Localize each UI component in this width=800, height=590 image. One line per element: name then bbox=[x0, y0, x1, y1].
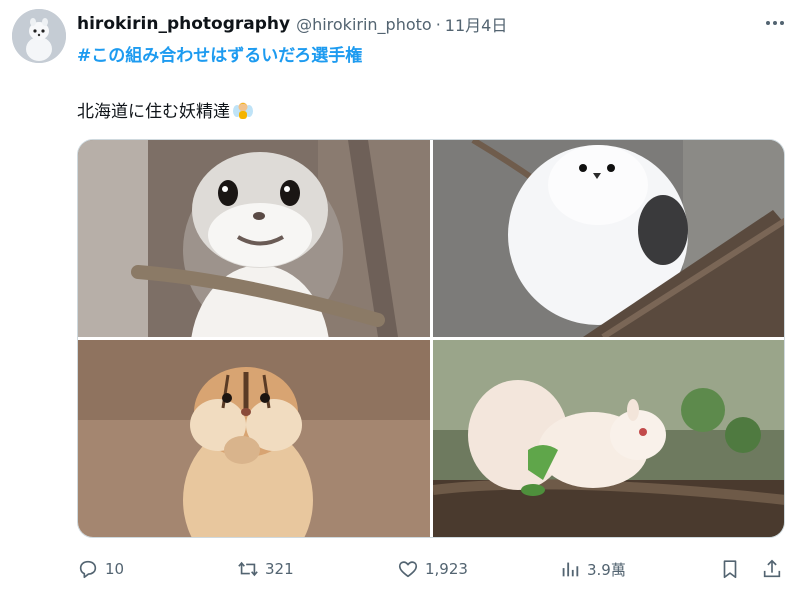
author-handle[interactable]: @hirokirin_photo bbox=[296, 15, 432, 34]
reply-icon bbox=[79, 560, 97, 579]
repost-icon bbox=[238, 561, 258, 577]
more-options-button[interactable] bbox=[764, 12, 786, 34]
repost-button[interactable]: 321 bbox=[237, 556, 294, 582]
share-button[interactable] bbox=[761, 556, 783, 582]
share-icon bbox=[763, 559, 781, 578]
reply-count: 10 bbox=[105, 560, 125, 578]
tweet-date[interactable]: 11月4日 bbox=[445, 12, 508, 36]
header-separator: · bbox=[435, 14, 441, 34]
media-grid bbox=[77, 139, 785, 538]
tweet-text-body: 北海道に住む妖精達 bbox=[77, 102, 230, 122]
like-button[interactable]: 1,923 bbox=[397, 556, 468, 582]
bookmark-button[interactable] bbox=[719, 556, 741, 582]
avatar[interactable] bbox=[12, 9, 66, 63]
flying-squirrel-photo[interactable] bbox=[78, 140, 430, 337]
long-tailed-tit-bird-photo[interactable] bbox=[433, 140, 784, 337]
action-bar: 10 321 1,923 3.9萬 bbox=[77, 556, 790, 582]
tweet-text: 北海道に住む妖精達 bbox=[77, 97, 254, 122]
views-count: 3.9萬 bbox=[587, 560, 626, 579]
views-button[interactable]: 3.9萬 bbox=[559, 556, 626, 582]
fairy-emoji-icon bbox=[232, 99, 254, 121]
more-icon bbox=[766, 21, 784, 25]
hashtag-link[interactable]: #この組み合わせはずるいだろ選手権 bbox=[77, 41, 362, 66]
tweet-header: hirokirin_photography @hirokirin_photo ·… bbox=[77, 12, 777, 36]
heart-icon bbox=[398, 561, 418, 578]
author-display-name[interactable]: hirokirin_photography bbox=[77, 14, 290, 34]
like-count: 1,923 bbox=[425, 560, 468, 578]
repost-count: 321 bbox=[265, 560, 294, 578]
white-squirrel-photo[interactable] bbox=[433, 340, 784, 537]
chipmunk-photo[interactable] bbox=[78, 340, 430, 537]
reply-button[interactable]: 10 bbox=[77, 556, 124, 582]
views-chart-icon bbox=[562, 562, 579, 577]
bookmark-icon bbox=[723, 560, 737, 579]
